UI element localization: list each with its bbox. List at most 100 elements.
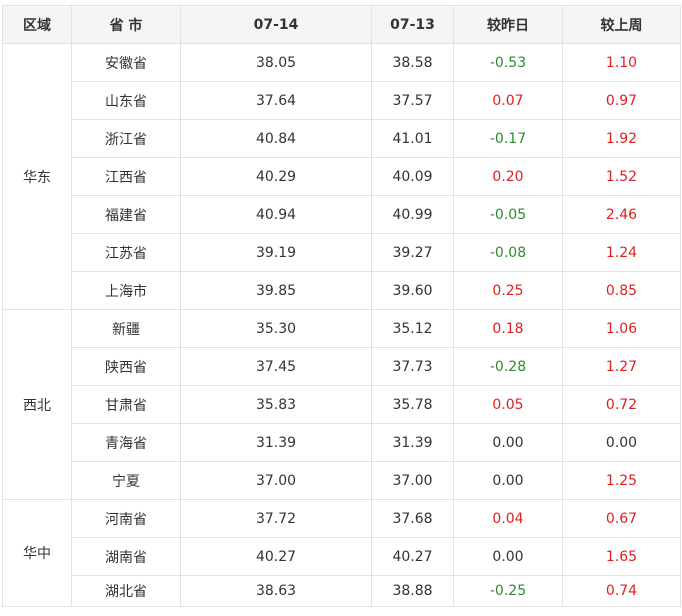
change-week-cell: 1.65	[562, 537, 681, 576]
price-date-1-cell: 37.64	[180, 81, 372, 120]
province-cell: 宁夏	[71, 461, 181, 500]
change-day-cell: 0.04	[453, 499, 563, 538]
price-date-2-cell: 37.57	[371, 81, 454, 120]
change-week-cell: 0.67	[562, 499, 681, 538]
change-day-cell: 0.18	[453, 309, 563, 348]
price-date-1-cell: 37.00	[180, 461, 372, 500]
table-row: 江苏省 39.19 39.27 -0.08 1.24	[3, 233, 681, 272]
header-vs-yesterday: 较昨日	[453, 5, 563, 44]
province-cell: 甘肃省	[71, 385, 181, 424]
change-week-cell: 1.10	[562, 43, 681, 82]
header-region: 区域	[2, 5, 72, 44]
table-row: 江西省 40.29 40.09 0.20 1.52	[3, 157, 681, 196]
header-date-1: 07-14	[180, 5, 372, 44]
region-cell: 西北	[2, 309, 72, 500]
price-date-1-cell: 40.84	[180, 119, 372, 158]
change-week-cell: 0.85	[562, 271, 681, 310]
change-day-cell: 0.00	[453, 537, 563, 576]
change-week-cell: 1.24	[562, 233, 681, 272]
price-date-2-cell: 35.78	[371, 385, 454, 424]
change-day-cell: -0.05	[453, 195, 563, 234]
table-row: 青海省 31.39 31.39 0.00 0.00	[3, 423, 681, 462]
table-row: 上海市 39.85 39.60 0.25 0.85	[3, 271, 681, 310]
change-day-cell: 0.00	[453, 423, 563, 462]
change-day-cell: 0.07	[453, 81, 563, 120]
price-date-2-cell: 38.88	[371, 575, 454, 607]
province-cell: 湖南省	[71, 537, 181, 576]
change-week-cell: 0.74	[562, 575, 681, 607]
change-day-cell: -0.28	[453, 347, 563, 386]
price-date-1-cell: 40.94	[180, 195, 372, 234]
change-week-cell: 1.25	[562, 461, 681, 500]
change-day-cell: -0.53	[453, 43, 563, 82]
table-row: 浙江省 40.84 41.01 -0.17 1.92	[3, 119, 681, 158]
change-day-cell: 0.05	[453, 385, 563, 424]
price-date-1-cell: 38.05	[180, 43, 372, 82]
change-week-cell: 2.46	[562, 195, 681, 234]
province-cell: 湖北省	[71, 575, 181, 607]
header-province: 省 市	[71, 5, 181, 44]
header-row: 区域 省 市 07-14 07-13 较昨日 较上周	[2, 5, 681, 44]
price-date-2-cell: 35.12	[371, 309, 454, 348]
change-week-cell: 0.97	[562, 81, 681, 120]
table-row: 华东 安徽省 38.05 38.58 -0.53 1.10	[2, 43, 681, 310]
price-date-2-cell: 40.27	[371, 537, 454, 576]
change-day-cell: -0.08	[453, 233, 563, 272]
province-cell: 上海市	[71, 271, 181, 310]
province-cell: 江苏省	[71, 233, 181, 272]
region-cell: 华中	[2, 499, 72, 607]
province-cell: 山东省	[71, 81, 181, 120]
change-week-cell: 0.72	[562, 385, 681, 424]
price-date-1-cell: 35.30	[180, 309, 372, 348]
price-date-2-cell: 37.68	[371, 499, 454, 538]
price-date-1-cell: 40.29	[180, 157, 372, 196]
header-date-2: 07-13	[371, 5, 454, 44]
province-cell: 浙江省	[71, 119, 181, 158]
province-cell: 河南省	[71, 499, 181, 538]
province-cell: 陕西省	[71, 347, 181, 386]
change-week-cell: 1.52	[562, 157, 681, 196]
price-date-1-cell: 31.39	[180, 423, 372, 462]
change-day-cell: 0.00	[453, 461, 563, 500]
table-row: 湖北省 38.63 38.88 -0.25 0.74	[3, 575, 681, 607]
price-date-2-cell: 39.27	[371, 233, 454, 272]
change-week-cell: 1.27	[562, 347, 681, 386]
table-row: 华中 河南省 37.72 37.68 0.04 0.67	[2, 499, 681, 607]
price-date-2-cell: 38.58	[371, 43, 454, 82]
price-date-1-cell: 39.19	[180, 233, 372, 272]
table-row: 湖南省 40.27 40.27 0.00 1.65	[3, 537, 681, 576]
price-date-1-cell: 37.45	[180, 347, 372, 386]
price-date-1-cell: 35.83	[180, 385, 372, 424]
price-date-1-cell: 37.72	[180, 499, 372, 538]
province-cell: 安徽省	[71, 43, 181, 82]
province-cell: 新疆	[71, 309, 181, 348]
price-date-2-cell: 40.09	[371, 157, 454, 196]
price-date-2-cell: 39.60	[371, 271, 454, 310]
table-row: 山东省 37.64 37.57 0.07 0.97	[3, 81, 681, 120]
price-date-2-cell: 31.39	[371, 423, 454, 462]
table-row: 福建省 40.94 40.99 -0.05 2.46	[3, 195, 681, 234]
province-cell: 青海省	[71, 423, 181, 462]
header-vs-last-week: 较上周	[562, 5, 681, 44]
table-row: 陕西省 37.45 37.73 -0.28 1.27	[3, 347, 681, 386]
price-date-2-cell: 37.73	[371, 347, 454, 386]
price-date-1-cell: 39.85	[180, 271, 372, 310]
province-cell: 福建省	[71, 195, 181, 234]
price-date-1-cell: 40.27	[180, 537, 372, 576]
price-date-1-cell: 38.63	[180, 575, 372, 607]
change-day-cell: 0.20	[453, 157, 563, 196]
change-day-cell: 0.25	[453, 271, 563, 310]
price-date-2-cell: 37.00	[371, 461, 454, 500]
price-table: 区域 省 市 07-14 07-13 较昨日 较上周 华东 安徽省 38.05 38.…	[2, 5, 681, 607]
price-date-2-cell: 41.01	[371, 119, 454, 158]
region-cell: 华东	[2, 43, 72, 310]
table-row: 西北 新疆 35.30 35.12 0.18 1.06	[2, 309, 681, 500]
table-row: 宁夏 37.00 37.00 0.00 1.25	[3, 461, 681, 500]
table-row: 甘肃省 35.83 35.78 0.05 0.72	[3, 385, 681, 424]
change-week-cell: 0.00	[562, 423, 681, 462]
change-week-cell: 1.92	[562, 119, 681, 158]
change-day-cell: -0.25	[453, 575, 563, 607]
province-cell: 江西省	[71, 157, 181, 196]
change-day-cell: -0.17	[453, 119, 563, 158]
table-body: 华东 安徽省 38.05 38.58 -0.53 1.10 山东省 37.64 37.57 0.0…	[2, 43, 681, 607]
